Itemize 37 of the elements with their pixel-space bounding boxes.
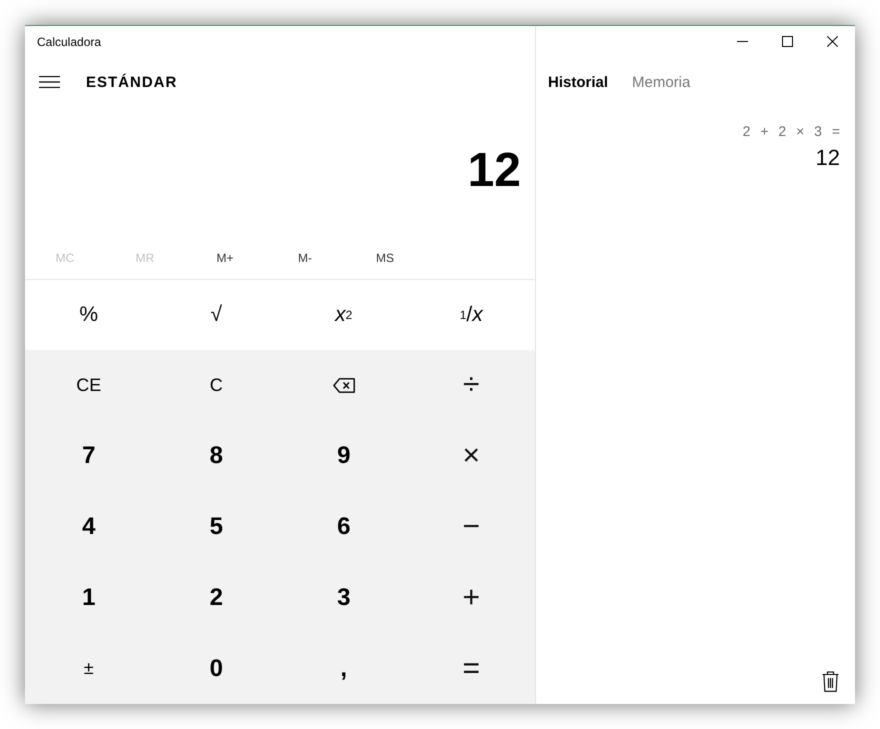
mode-title: ESTÁNDAR (86, 74, 178, 90)
panel-tab[interactable]: Memoria (632, 74, 690, 90)
window-title: Calculadora (37, 34, 102, 48)
maximize-icon (782, 36, 793, 47)
operator-key[interactable]: − (408, 492, 535, 562)
operator-key[interactable]: + (408, 562, 535, 634)
digit-key[interactable]: 7 (25, 420, 152, 492)
digit-key[interactable]: 4 (25, 492, 152, 562)
sign-key[interactable]: ± (25, 633, 152, 704)
clear-key[interactable]: C (152, 350, 280, 421)
minimize-icon (737, 41, 748, 42)
operator-key[interactable]: ÷ (408, 350, 535, 421)
decimal-key[interactable]: , (280, 633, 408, 704)
delete-history-button[interactable] (822, 670, 839, 692)
memory-button[interactable]: MS (345, 240, 425, 276)
memory-button[interactable]: M+ (185, 240, 265, 276)
history-expression: 2 + 2 × 3 = (742, 122, 840, 141)
memory-button[interactable]: M- (265, 240, 345, 276)
operator-key[interactable]: = (408, 633, 535, 704)
display-value: 12 (468, 146, 521, 194)
backspace-icon (332, 378, 355, 393)
operator-key[interactable]: × (408, 420, 535, 492)
digit-key[interactable]: 2 (152, 562, 280, 634)
history-result: 12 (816, 144, 840, 172)
digit-key[interactable]: 3 (280, 562, 408, 634)
trash-icon (822, 670, 839, 692)
menu-icon (38, 76, 60, 88)
digit-key[interactable]: 0 (152, 633, 280, 704)
digit-key[interactable]: 5 (152, 492, 280, 562)
menu-button[interactable] (38, 75, 60, 89)
digit-key[interactable]: 9 (280, 420, 408, 492)
panel-tab[interactable]: Historial (548, 74, 608, 90)
clear-key[interactable]: CE (25, 350, 152, 421)
digit-key[interactable]: 8 (152, 420, 280, 492)
close-icon (827, 36, 838, 47)
digit-key[interactable]: 6 (280, 492, 408, 562)
digit-key[interactable]: 1 (25, 562, 152, 634)
